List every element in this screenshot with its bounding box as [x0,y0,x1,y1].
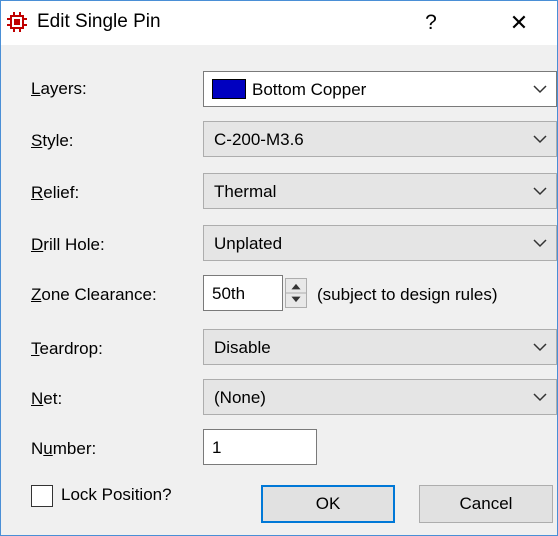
drill-hole-dropdown[interactable]: Unplated [203,225,557,261]
lock-position-label: Lock Position? [61,485,172,504]
layers-label: Layers: [31,79,87,98]
chip-icon [7,12,27,32]
drill-hole-value: Unplated [214,234,283,253]
number-input[interactable]: 1 [203,429,317,465]
number-value: 1 [212,438,222,457]
teardrop-value: Disable [214,338,271,357]
help-button[interactable]: ? [409,5,453,41]
net-dropdown[interactable]: (None) [203,379,557,415]
zone-clearance-spinner[interactable] [285,278,307,308]
chevron-down-icon [533,85,547,94]
layers-dropdown[interactable]: Bottom Copper [203,71,557,107]
chevron-down-icon [533,135,547,144]
chevron-down-icon [533,343,547,352]
cancel-button[interactable]: Cancel [419,485,553,523]
teardrop-label: Teardrop: [31,339,103,358]
style-dropdown[interactable]: C-200-M3.6 [203,121,557,157]
drill-hole-label: Drill Hole: [31,235,105,254]
window-title: Edit Single Pin [37,11,161,32]
net-value: (None) [214,388,266,407]
edit-single-pin-dialog: Edit Single Pin ? ✕ Layers: Bottom Coppe… [0,0,558,536]
title-bar: Edit Single Pin ? ✕ [1,1,557,45]
zone-clearance-value: 50th [212,284,246,303]
number-label: Number: [31,439,97,458]
chevron-down-icon [533,239,547,248]
net-label: Net: [31,389,63,408]
design-rules-note: (subject to design rules) [317,285,498,304]
chevron-down-icon [533,393,547,402]
lock-position-checkbox[interactable] [31,485,53,507]
relief-dropdown[interactable]: Thermal [203,173,557,209]
zone-clearance-input[interactable]: 50th [203,275,283,311]
layer-color-swatch [212,79,246,99]
ok-button[interactable]: OK [261,485,395,523]
style-label: Style: [31,131,74,150]
relief-label: Relief: [31,183,80,202]
style-value: C-200-M3.6 [214,130,304,149]
chevron-down-icon [533,187,547,196]
close-button[interactable]: ✕ [497,5,541,41]
relief-value: Thermal [214,182,277,201]
zone-clearance-label: Zone Clearance: [31,285,157,304]
teardrop-dropdown[interactable]: Disable [203,329,557,365]
layers-value: Bottom Copper [252,80,367,99]
